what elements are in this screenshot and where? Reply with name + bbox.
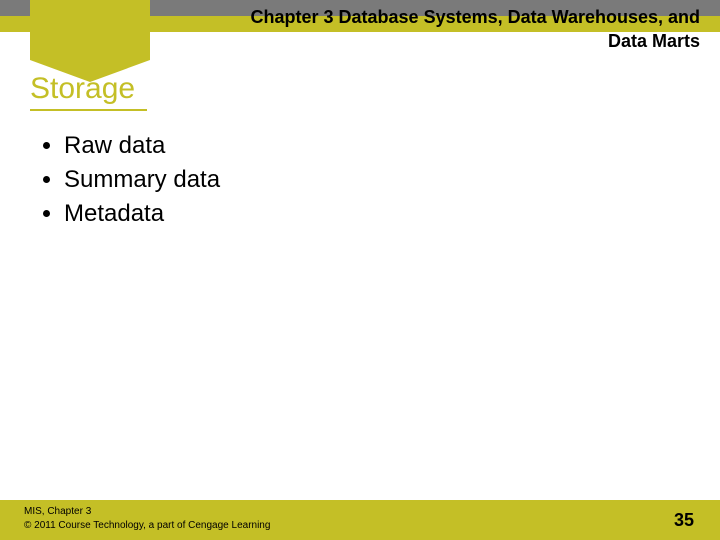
page-number: 35 xyxy=(674,510,694,531)
footer-source: MIS, Chapter 3 xyxy=(24,506,91,517)
slide: Chapter 3 Database Systems, Data Warehou… xyxy=(0,0,720,540)
footer-bar: MIS, Chapter 3 © 2011 Course Technology,… xyxy=(0,500,720,540)
chapter-title: Chapter 3 Database Systems, Data Warehou… xyxy=(160,5,700,54)
list-item: Metadata xyxy=(64,200,220,234)
chapter-title-line2: Data Marts xyxy=(160,29,700,53)
list-item: Summary data xyxy=(64,166,220,200)
section-title: Storage xyxy=(30,72,147,111)
footer-copyright: © 2011 Course Technology, a part of Ceng… xyxy=(24,520,270,531)
list-item: Raw data xyxy=(64,132,220,166)
bullet-list: Raw data Summary data Metadata xyxy=(48,132,220,234)
chapter-title-line1: Chapter 3 Database Systems, Data Warehou… xyxy=(160,5,700,29)
header-accent-pennant xyxy=(30,0,150,60)
